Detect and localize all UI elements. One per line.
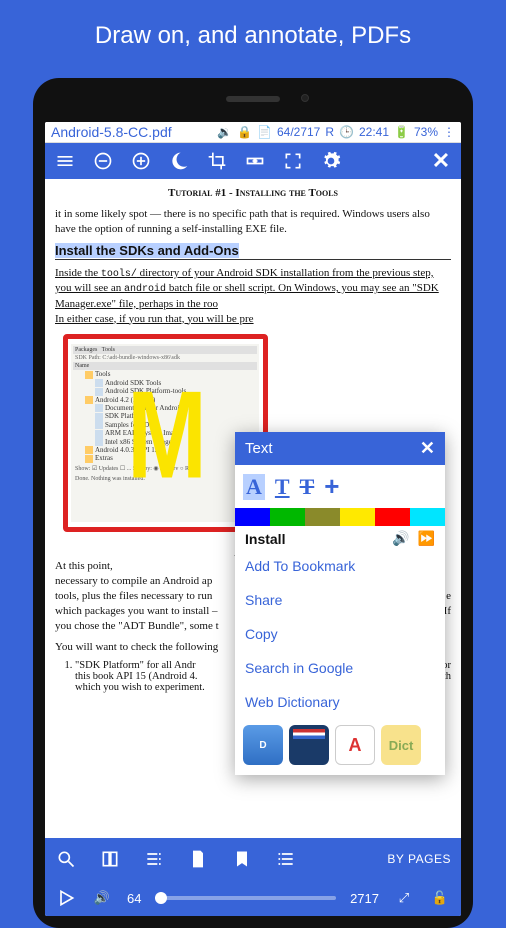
doc-icon: 📄 — [257, 125, 272, 139]
more-icon[interactable]: ⋮ — [443, 125, 455, 139]
paragraph: it in some likely spot — there is no spe… — [55, 207, 451, 237]
time-label: 22:41 — [359, 125, 389, 139]
page-current: 64 — [127, 891, 141, 906]
book-icon[interactable] — [99, 848, 121, 870]
crop-icon[interactable] — [205, 149, 229, 173]
audio-icon[interactable]: 🔊 — [91, 887, 113, 909]
highlight-style-fill[interactable]: A — [243, 474, 265, 500]
dict-app-2[interactable] — [289, 725, 329, 765]
popup-item-bookmark[interactable]: Add To Bookmark — [235, 549, 445, 583]
search-icon[interactable] — [55, 848, 77, 870]
close-toolbar-icon[interactable]: ✕ — [429, 149, 453, 173]
color-palette — [235, 508, 445, 526]
bottom-toolbar: BY PAGES — [45, 838, 461, 880]
popup-title: Text — [245, 440, 273, 457]
page-total: 2717 — [350, 891, 379, 906]
orient-label: R — [325, 125, 334, 139]
zoom-in-icon[interactable] — [129, 149, 153, 173]
dict-app-1[interactable]: D — [243, 725, 283, 765]
fast-forward-icon[interactable]: ⏩ — [418, 530, 435, 547]
color-swatch[interactable] — [270, 508, 305, 526]
unlock-icon[interactable]: 🔓 — [429, 887, 451, 909]
add-style-icon[interactable]: + — [324, 471, 339, 502]
battery-icon: 🔋 — [394, 125, 409, 139]
dict-app-4[interactable]: Dict — [381, 725, 421, 765]
page-icon[interactable] — [187, 848, 209, 870]
popup-item-webdict[interactable]: Web Dictionary — [235, 685, 445, 719]
filename-label: Android-5.8-CC.pdf — [51, 124, 217, 140]
settings-icon[interactable] — [319, 149, 343, 173]
popup-item-share[interactable]: Share — [235, 583, 445, 617]
highlight-style-underline[interactable]: T — [275, 474, 290, 500]
selected-word: Install — [245, 531, 285, 547]
popup-item-copy[interactable]: Copy — [235, 617, 445, 651]
link-icon[interactable] — [243, 149, 267, 173]
zoom-out-icon[interactable] — [91, 149, 115, 173]
color-swatch[interactable] — [410, 508, 445, 526]
volume-icon: 🔉 — [217, 125, 232, 139]
bookmark-icon[interactable] — [231, 848, 253, 870]
lock-icon: 🔒 — [237, 125, 252, 139]
color-swatch[interactable] — [235, 508, 270, 526]
highlight-style-strike[interactable]: T — [300, 474, 315, 500]
promo-title: Draw on, and annotate, PDFs — [0, 0, 506, 60]
popup-item-search[interactable]: Search in Google — [235, 651, 445, 685]
close-icon[interactable]: ✕ — [420, 438, 435, 459]
page-title: Tutorial #1 - Installing the Tools — [55, 179, 451, 207]
clock-icon: 🕒 — [339, 125, 354, 139]
phone-camera — [301, 94, 309, 102]
paragraph: Inside the tools/ directory of your Andr… — [55, 266, 451, 312]
list-icon[interactable] — [275, 848, 297, 870]
fullscreen-icon[interactable] — [281, 149, 305, 173]
night-mode-icon[interactable] — [167, 149, 191, 173]
menu-icon[interactable] — [53, 149, 77, 173]
color-swatch[interactable] — [340, 508, 375, 526]
section-heading: Install the SDKs and Add-Ons — [55, 243, 451, 260]
text-selection-popup: Text ✕ A T T + Install 🔊 ⏩ — [235, 432, 445, 775]
by-pages-button[interactable]: BY PAGES — [387, 852, 451, 866]
expand-icon[interactable]: ⤢ — [393, 887, 415, 909]
toc-icon[interactable] — [143, 848, 165, 870]
speak-icon[interactable]: 🔊 — [392, 530, 409, 547]
paragraph: In either case, if you run that, you wil… — [55, 312, 451, 327]
color-swatch[interactable] — [375, 508, 410, 526]
color-swatch[interactable] — [305, 508, 340, 526]
phone-speaker — [226, 96, 280, 102]
page-count: 64/2717 — [277, 125, 320, 139]
play-icon[interactable] — [55, 887, 77, 909]
page-slider[interactable] — [155, 896, 336, 900]
dict-app-3[interactable] — [335, 725, 375, 765]
status-bar: Android-5.8-CC.pdf 🔉 🔒 📄 64/2717 R 🕒 22:4… — [45, 122, 461, 143]
progress-bar: 🔊 64 2717 ⤢ 🔓 — [45, 880, 461, 916]
phone-frame: Android-5.8-CC.pdf 🔉 🔒 📄 64/2717 R 🕒 22:4… — [33, 78, 473, 928]
top-toolbar: ✕ — [45, 143, 461, 179]
battery-label: 73% — [414, 125, 438, 139]
